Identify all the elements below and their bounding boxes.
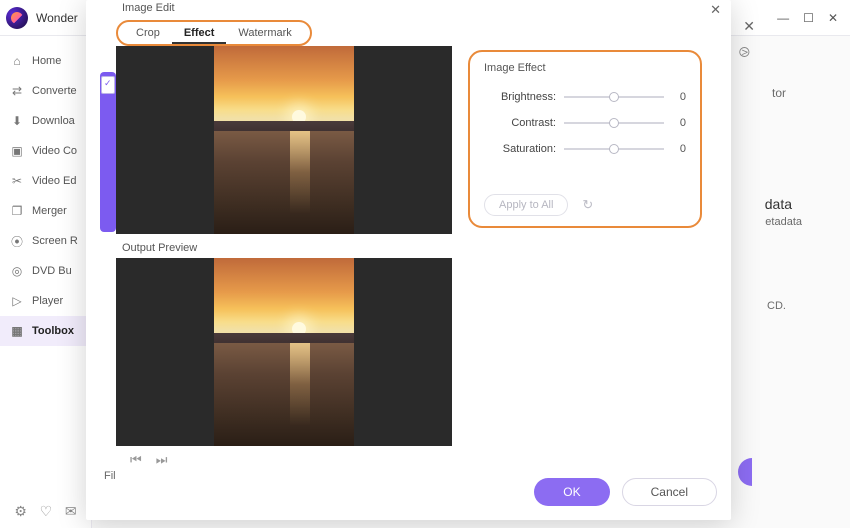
grid-icon: ▦	[10, 324, 24, 338]
app-title: Wonder	[36, 11, 78, 25]
sidebar-item-toolbox[interactable]: ▦ Toolbox	[0, 316, 91, 346]
sidebar-item-label: Video Co	[32, 145, 77, 157]
reset-icon[interactable]: ↻	[582, 197, 593, 213]
effect-actions: Apply to All ↻	[484, 194, 593, 216]
saturation-label: Saturation:	[484, 143, 556, 155]
sidebar-item-screen-recorder[interactable]: ⦿ Screen R	[0, 226, 91, 256]
brightness-row: Brightness: 0	[484, 84, 686, 110]
sidebar-item-label: Player	[32, 295, 63, 307]
preview-image-icon	[214, 258, 354, 446]
play-icon: ▷	[10, 294, 24, 308]
sidebar-item-label: Converte	[32, 85, 77, 97]
sidebar-item-label: Screen R	[32, 235, 78, 247]
preview-image-icon	[214, 46, 354, 234]
sidebar-item-label: DVD Bu	[32, 265, 72, 277]
brightness-value: 0	[672, 91, 686, 103]
prev-frame-icon[interactable]: ⏮	[130, 452, 142, 468]
record-icon: ⦿	[10, 234, 24, 248]
slider-knob-icon[interactable]	[609, 92, 619, 102]
sidebar-item-player[interactable]: ▷ Player	[0, 286, 91, 316]
thumb-check-icon[interactable]	[101, 76, 115, 94]
cancel-button[interactable]: Cancel	[622, 478, 717, 506]
output-preview-label: Output Preview	[122, 242, 197, 254]
next-frame-icon[interactable]: ⏭	[156, 452, 168, 468]
sidebar-item-video-compressor[interactable]: ▣ Video Co	[0, 136, 91, 166]
sidebar-item-label: Merger	[32, 205, 67, 217]
convert-icon: ⇄	[10, 84, 24, 98]
transport-controls: ⏮ ⏭	[130, 452, 167, 468]
camera-icon[interactable]: ⧁	[739, 44, 750, 61]
sidebar: ⌂ Home ⇄ Converte ⬇ Downloa ▣ Video Co ✂ Vide…	[0, 36, 92, 528]
dialog-footer: OK Cancel	[534, 478, 717, 506]
mail-icon[interactable]: ✉	[65, 503, 77, 520]
bg-text-etadata: etadata	[765, 216, 802, 228]
slider-knob-icon[interactable]	[609, 118, 619, 128]
dialog-title: Image Edit	[86, 0, 731, 18]
image-effect-panel: Image Effect Brightness: 0 Contrast: 0 S…	[468, 50, 702, 228]
apply-to-all-button[interactable]: Apply to All	[484, 194, 568, 216]
tab-group: Crop Effect Watermark	[116, 20, 312, 46]
window-max-icon[interactable]: ☐	[803, 11, 814, 25]
scissors-icon: ✂	[10, 174, 24, 188]
sidebar-bottom-bar: ⚙ ♡ ✉	[0, 503, 91, 520]
merge-icon: ❐	[10, 204, 24, 218]
sidebar-item-downloader[interactable]: ⬇ Downloa	[0, 106, 91, 136]
bg-pill	[738, 458, 752, 486]
saturation-slider[interactable]	[564, 148, 664, 150]
sidebar-item-converter[interactable]: ⇄ Converte	[0, 76, 91, 106]
tab-effect[interactable]: Effect	[172, 22, 227, 44]
contrast-value: 0	[672, 117, 686, 129]
disc-icon: ◎	[10, 264, 24, 278]
sidebar-item-dvd-burner[interactable]: ◎ DVD Bu	[0, 256, 91, 286]
contrast-row: Contrast: 0	[484, 110, 686, 136]
bg-text-data: data	[765, 196, 792, 212]
bell-icon[interactable]: ♡	[40, 503, 53, 520]
contrast-label: Contrast:	[484, 117, 556, 129]
saturation-row: Saturation: 0	[484, 136, 686, 162]
inner-window-close-icon[interactable]: ✕	[743, 18, 755, 35]
bg-text-tor: tor	[772, 86, 786, 100]
thumb-strip[interactable]	[100, 72, 116, 232]
download-icon: ⬇	[10, 114, 24, 128]
brightness-label: Brightness:	[484, 91, 556, 103]
dialog-close-icon[interactable]: ✕	[710, 2, 721, 18]
sidebar-item-video-editor[interactable]: ✂ Video Ed	[0, 166, 91, 196]
effect-panel-title: Image Effect	[484, 62, 686, 74]
sidebar-item-label: Toolbox	[32, 325, 74, 337]
brightness-slider[interactable]	[564, 96, 664, 98]
ok-button[interactable]: OK	[534, 478, 609, 506]
window-controls: — ☐ ✕	[777, 11, 844, 25]
image-edit-dialog: Image Edit ✕ Crop Effect Watermark Outpu…	[86, 0, 731, 520]
preview-original	[116, 46, 452, 234]
slider-knob-icon[interactable]	[609, 144, 619, 154]
video-compress-icon: ▣	[10, 144, 24, 158]
window-min-icon[interactable]: —	[777, 11, 789, 25]
gear-icon[interactable]: ⚙	[14, 503, 27, 520]
sidebar-item-label: Downloa	[32, 115, 75, 127]
tab-watermark[interactable]: Watermark	[226, 22, 303, 44]
app-logo-icon	[6, 7, 28, 29]
sidebar-item-merger[interactable]: ❐ Merger	[0, 196, 91, 226]
home-icon: ⌂	[10, 54, 24, 68]
sidebar-item-label: Home	[32, 55, 61, 67]
contrast-slider[interactable]	[564, 122, 664, 124]
file-label: Fil	[104, 470, 116, 482]
saturation-value: 0	[672, 143, 686, 155]
sidebar-item-home[interactable]: ⌂ Home	[0, 46, 91, 76]
window-close-icon[interactable]: ✕	[828, 11, 838, 25]
bg-text-cd: CD.	[767, 300, 786, 312]
sidebar-item-label: Video Ed	[32, 175, 76, 187]
tab-crop[interactable]: Crop	[124, 22, 172, 44]
preview-output	[116, 258, 452, 446]
